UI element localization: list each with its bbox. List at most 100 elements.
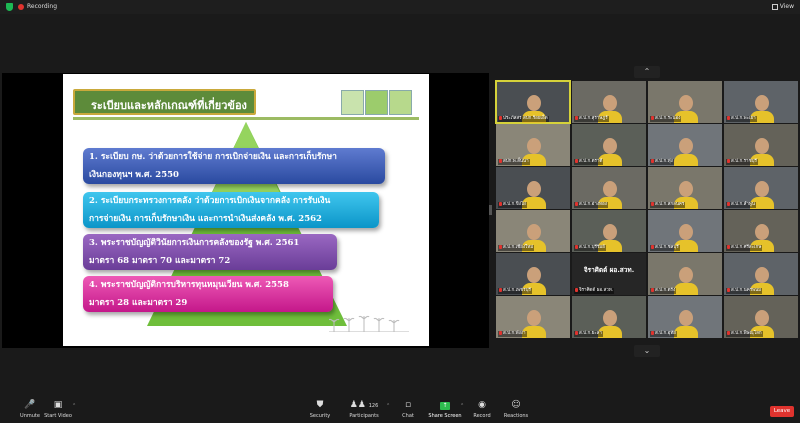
participant-name: ส.ป.ก.ชลบุรี — [655, 245, 679, 250]
recording-dot-icon — [18, 4, 24, 10]
participant-name: ส.ป.ก.ยะลา — [579, 331, 602, 336]
participant-face — [527, 181, 541, 197]
participant-tile[interactable]: ส.ป.ก.สุราษฎร์ — [572, 81, 646, 123]
start-video-button[interactable]: ▣ Start Video — [28, 400, 88, 420]
muted-mic-icon — [651, 331, 654, 335]
participant-name-label: ส.ป.ก.ขิงไผ่ — [498, 202, 527, 208]
participant-tile[interactable]: ส.ป.ก.ขิงไผ่ — [496, 167, 570, 209]
participant-tile[interactable]: ส.ป.ก.ยะลา — [572, 296, 646, 338]
participant-name-label: ส.ป.ก.ยะลา — [574, 331, 603, 337]
participant-name-label: ประภัสสร สปก.ร้อยเอ็ด — [498, 116, 549, 122]
participant-display-name: จิราศิตต์ ผอ.สวท. — [583, 266, 635, 274]
participant-tile[interactable]: ส.ป.ก.ระนอง — [648, 81, 722, 123]
participant-name-label: ส.ป.ก.เชียงใหม่ — [498, 245, 535, 251]
participant-name-label: ส.ป.ก.อุทัย — [650, 331, 677, 337]
participant-name: ส.ป.ก.บุรีรัมย์ — [579, 245, 605, 250]
participant-name: ส.ป.ก.พิษณุโลก — [731, 331, 762, 336]
splitter-handle[interactable] — [489, 205, 492, 215]
reactions-button[interactable]: ☺ Reactions — [486, 400, 546, 420]
participant-name: ประภัสสร สปก.ร้อยเอ็ด — [503, 116, 548, 121]
participant-face — [755, 138, 769, 154]
muted-mic-icon — [727, 331, 730, 335]
participant-face — [755, 95, 769, 111]
muted-mic-icon — [575, 202, 578, 206]
participant-name-label: ส.ป.ก.ตราดี — [574, 159, 604, 165]
participant-face — [527, 138, 541, 154]
participant-name-label: สปก.พ.ลั้นนา — [498, 159, 530, 165]
recording-label[interactable]: Recording — [27, 2, 57, 12]
participant-name: ส.ป.ก.เพชรบุรี — [503, 288, 531, 293]
participant-tile[interactable]: ส.ป.ก.เพชรบุรี — [496, 253, 570, 295]
participant-name: ส.ป.ก.เชียงใหม่ — [503, 245, 534, 250]
security-shield-icon[interactable] — [6, 3, 13, 11]
participant-face — [679, 181, 693, 197]
participant-tile[interactable]: ส.ป.ก.เชียงใหม่ — [496, 210, 570, 252]
slide-title-box: ระเบียบและหลักเกณฑ์ที่เกี่ยวข้อง — [73, 89, 256, 115]
gallery-prev-button[interactable]: ⌃ — [634, 66, 660, 78]
muted-mic-icon — [499, 245, 502, 249]
leave-button[interactable]: Leave — [770, 406, 794, 417]
participant-tile[interactable]: ส.ป.ก.สกลนคร — [648, 167, 722, 209]
participant-name: ส.ป.ก.ตราดี — [579, 159, 603, 164]
participant-tile[interactable]: ส.ป.ก.พังงา — [496, 296, 570, 338]
participant-name-label: ส.ป.ก.ราชบุรี — [726, 159, 758, 165]
view-button[interactable]: View — [771, 2, 794, 12]
participant-tile[interactable]: ส.ป.ก.บุรีรัมย์ — [572, 210, 646, 252]
muted-mic-icon — [727, 245, 730, 249]
muted-mic-icon — [499, 202, 502, 206]
muted-mic-icon — [651, 159, 654, 163]
item-3-line-2: มาตรา 68 มาตรา 70 และมาตรา 72 — [89, 256, 231, 266]
participant-name: ส.ป.ก.พังงา — [503, 331, 526, 336]
muted-mic-icon — [499, 116, 502, 120]
muted-mic-icon — [499, 288, 502, 292]
participant-face — [603, 138, 617, 154]
participant-tile[interactable]: ส.ป.ก.พะเยา — [724, 81, 798, 123]
participant-name-label: ส.ป.ก.พะเยา — [726, 116, 757, 122]
participant-name: ส.ป.ก.ศรีสะเกษ — [731, 245, 762, 250]
participant-tile[interactable]: ส.ป.ก.อุทัย — [648, 296, 722, 338]
participant-tile[interactable]: ส.ป.ก.ราชบุรี — [724, 124, 798, 166]
regulation-item-4: 4. พระราชบัญญัติการบริหารทุนหมุนเวียน พ.… — [83, 276, 333, 312]
participant-tile[interactable]: ส.ป.ก.ตรัง — [648, 253, 722, 295]
gallery-next-button[interactable]: ⌄ — [634, 345, 660, 357]
participant-face — [679, 224, 693, 240]
participant-tile[interactable]: ส.ป.ก.ลำพูน — [724, 167, 798, 209]
participant-name-label: ส.ป.ก.ชลบุรี — [650, 245, 680, 251]
participant-face — [603, 224, 617, 240]
participant-name-label: ส.ป.ก.ระนอง — [650, 116, 682, 122]
participant-tile[interactable]: ส.ป.ก.ชลบุรี — [648, 210, 722, 252]
presentation-slide: ระเบียบและหลักเกณฑ์ที่เกี่ยวข้อง 1. ระเบ… — [63, 74, 429, 346]
item-2-line-1: 2. ระเบียบกระทรวงการคลัง ว่าด้วยการเบิกเ… — [89, 196, 331, 206]
regulation-item-2: 2. ระเบียบกระทรวงการคลัง ว่าด้วยการเบิกเ… — [83, 192, 379, 228]
participant-body — [674, 326, 698, 338]
item-1-line-1: 1. ระเบียบ กษ. ว่าด้วยการใช้จ่าย การเบิก… — [89, 152, 337, 162]
participant-name: ส.ป.ก.ราชบุรี — [731, 159, 757, 164]
video-options-caret-icon[interactable]: ⌃ — [72, 403, 76, 409]
participant-name: ส.ป.ก.อุทัย — [655, 331, 676, 336]
participant-tile[interactable]: ส.ป.ก.ตราดี — [572, 124, 646, 166]
participant-tile[interactable]: ส.ป.ก.ทุ่ง — [648, 124, 722, 166]
reactions-smiley-icon: ☺ — [511, 400, 521, 410]
participant-tile[interactable]: ส.ป.ก.นครพนม — [724, 253, 798, 295]
participant-name-label: ส.ป.ก.ทุ่ง — [650, 159, 674, 165]
participant-face — [603, 181, 617, 197]
participant-tile[interactable]: สปก.พ.ลั้นนา — [496, 124, 570, 166]
participant-tile[interactable]: ประภัสสร สปก.ร้อยเอ็ด — [495, 80, 571, 124]
participant-name: ส.ป.ก.พะเยา — [731, 116, 756, 121]
leaf-image-2 — [365, 90, 388, 115]
participant-face — [527, 310, 541, 326]
participant-name-label: ส.ป.ก.อ่างทอง — [574, 202, 608, 208]
leaf-image-1 — [341, 90, 364, 115]
participant-tile[interactable]: จิราศิตต์ ผอ.สวท. จิราศิตต์ ผอ.สวท. — [572, 253, 646, 295]
view-label: View — [779, 3, 794, 10]
participant-name: ส.ป.ก.อ่างทอง — [579, 202, 607, 207]
muted-mic-icon — [499, 331, 502, 335]
muted-mic-icon — [575, 159, 578, 163]
participant-tile[interactable]: ส.ป.ก.พิษณุโลก — [724, 296, 798, 338]
participant-name-label: ส.ป.ก.เพชรบุรี — [498, 288, 532, 294]
participant-tile[interactable]: ส.ป.ก.ศรีสะเกษ — [724, 210, 798, 252]
sprout-decoration — [329, 315, 409, 332]
participant-tile[interactable]: ส.ป.ก.อ่างทอง — [572, 167, 646, 209]
participant-name-label: ส.ป.ก.พิษณุโลก — [726, 331, 763, 337]
muted-mic-icon — [575, 116, 578, 120]
